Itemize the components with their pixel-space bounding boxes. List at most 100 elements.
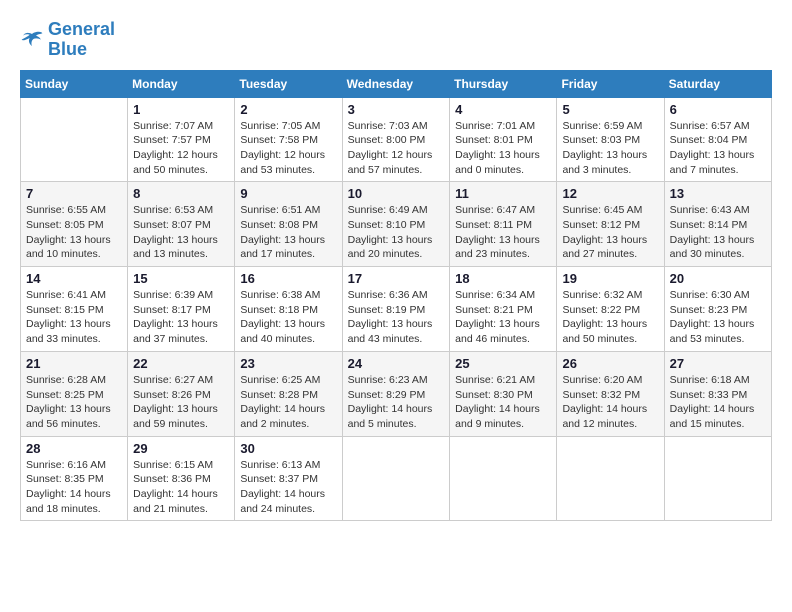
day-info: Sunrise: 6:20 AMSunset: 8:32 PMDaylight:… (562, 373, 658, 432)
day-info: Sunrise: 7:01 AMSunset: 8:01 PMDaylight:… (455, 119, 551, 178)
day-number: 2 (240, 102, 336, 117)
calendar-cell: 26 Sunrise: 6:20 AMSunset: 8:32 PMDayligh… (557, 351, 664, 436)
calendar-cell (21, 97, 128, 182)
calendar-cell: 14 Sunrise: 6:41 AMSunset: 8:15 PMDayligh… (21, 267, 128, 352)
calendar-cell (450, 436, 557, 521)
day-number: 29 (133, 441, 229, 456)
calendar-week-3: 14 Sunrise: 6:41 AMSunset: 8:15 PMDayligh… (21, 267, 772, 352)
day-number: 17 (348, 271, 445, 286)
day-info: Sunrise: 6:55 AMSunset: 8:05 PMDaylight:… (26, 203, 122, 262)
day-info: Sunrise: 6:16 AMSunset: 8:35 PMDaylight:… (26, 458, 122, 517)
day-number: 3 (348, 102, 445, 117)
header-wednesday: Wednesday (342, 70, 450, 97)
day-number: 21 (26, 356, 122, 371)
day-info: Sunrise: 6:53 AMSunset: 8:07 PMDaylight:… (133, 203, 229, 262)
day-number: 10 (348, 186, 445, 201)
day-info: Sunrise: 6:43 AMSunset: 8:14 PMDaylight:… (670, 203, 766, 262)
day-info: Sunrise: 6:34 AMSunset: 8:21 PMDaylight:… (455, 288, 551, 347)
calendar-cell: 24Sunrise: 6:23 AMSunset: 8:29 PMDayligh… (342, 351, 450, 436)
day-number: 11 (455, 186, 551, 201)
day-info: Sunrise: 6:36 AMSunset: 8:19 PMDaylight:… (348, 288, 445, 347)
calendar-cell: 21 Sunrise: 6:28 AMSunset: 8:25 PMDayligh… (21, 351, 128, 436)
calendar-cell: 17 Sunrise: 6:36 AMSunset: 8:19 PMDayligh… (342, 267, 450, 352)
day-number: 14 (26, 271, 122, 286)
calendar-cell: 11 Sunrise: 6:47 AMSunset: 8:11 PMDayligh… (450, 182, 557, 267)
day-info: Sunrise: 6:28 AMSunset: 8:25 PMDaylight:… (26, 373, 122, 432)
calendar-cell (557, 436, 664, 521)
calendar-cell: 3 Sunrise: 7:03 AMSunset: 8:00 PMDaylight… (342, 97, 450, 182)
day-number: 23 (240, 356, 336, 371)
calendar-cell: 27 Sunrise: 6:18 AMSunset: 8:33 PMDayligh… (664, 351, 771, 436)
page-header: General Blue (20, 20, 772, 60)
day-info: Sunrise: 6:57 AMSunset: 8:04 PMDaylight:… (670, 119, 766, 178)
calendar-cell (664, 436, 771, 521)
day-info: Sunrise: 6:51 AMSunset: 8:08 PMDaylight:… (240, 203, 336, 262)
day-info: Sunrise: 6:32 AMSunset: 8:22 PMDaylight:… (562, 288, 658, 347)
day-info: Sunrise: 6:21 AMSunset: 8:30 PMDaylight:… (455, 373, 551, 432)
calendar-week-2: 7 Sunrise: 6:55 AMSunset: 8:05 PMDaylight… (21, 182, 772, 267)
day-number: 15 (133, 271, 229, 286)
day-number: 16 (240, 271, 336, 286)
calendar-cell (342, 436, 450, 521)
calendar-cell: 22 Sunrise: 6:27 AMSunset: 8:26 PMDayligh… (128, 351, 235, 436)
calendar-cell: 8Sunrise: 6:53 AMSunset: 8:07 PMDaylight… (128, 182, 235, 267)
day-info: Sunrise: 6:49 AMSunset: 8:10 PMDaylight:… (348, 203, 445, 262)
calendar-cell: 29 Sunrise: 6:15 AMSunset: 8:36 PMDayligh… (128, 436, 235, 521)
calendar-cell: 2 Sunrise: 7:05 AMSunset: 7:58 PMDaylight… (235, 97, 342, 182)
day-number: 27 (670, 356, 766, 371)
calendar-cell: 16 Sunrise: 6:38 AMSunset: 8:18 PMDayligh… (235, 267, 342, 352)
calendar-week-5: 28 Sunrise: 6:16 AMSunset: 8:35 PMDayligh… (21, 436, 772, 521)
header-thursday: Thursday (450, 70, 557, 97)
logo: General Blue (20, 20, 115, 60)
logo-text-blue: Blue (48, 40, 115, 60)
calendar-cell: 15 Sunrise: 6:39 AMSunset: 8:17 PMDayligh… (128, 267, 235, 352)
day-info: Sunrise: 6:15 AMSunset: 8:36 PMDaylight:… (133, 458, 229, 517)
day-info: Sunrise: 6:59 AMSunset: 8:03 PMDaylight:… (562, 119, 658, 178)
day-number: 12 (562, 186, 658, 201)
day-number: 6 (670, 102, 766, 117)
day-info: Sunrise: 7:05 AMSunset: 7:58 PMDaylight:… (240, 119, 336, 178)
header-tuesday: Tuesday (235, 70, 342, 97)
day-info: Sunrise: 6:25 AMSunset: 8:28 PMDaylight:… (240, 373, 336, 432)
calendar-cell: 9 Sunrise: 6:51 AMSunset: 8:08 PMDaylight… (235, 182, 342, 267)
calendar-cell: 7 Sunrise: 6:55 AMSunset: 8:05 PMDaylight… (21, 182, 128, 267)
day-info: Sunrise: 6:30 AMSunset: 8:23 PMDaylight:… (670, 288, 766, 347)
day-number: 9 (240, 186, 336, 201)
day-number: 4 (455, 102, 551, 117)
day-info: Sunrise: 6:13 AMSunset: 8:37 PMDaylight:… (240, 458, 336, 517)
calendar-header-row: SundayMondayTuesdayWednesdayThursdayFrid… (21, 70, 772, 97)
day-info: Sunrise: 7:03 AMSunset: 8:00 PMDaylight:… (348, 119, 445, 178)
logo-text-general: General (48, 20, 115, 40)
header-friday: Friday (557, 70, 664, 97)
calendar-cell: 19 Sunrise: 6:32 AMSunset: 8:22 PMDayligh… (557, 267, 664, 352)
header-monday: Monday (128, 70, 235, 97)
logo-icon (20, 30, 44, 50)
calendar-cell: 5 Sunrise: 6:59 AMSunset: 8:03 PMDaylight… (557, 97, 664, 182)
day-number: 7 (26, 186, 122, 201)
calendar-table: SundayMondayTuesdayWednesdayThursdayFrid… (20, 70, 772, 522)
day-number: 30 (240, 441, 336, 456)
day-number: 22 (133, 356, 229, 371)
day-info: Sunrise: 7:07 AMSunset: 7:57 PMDaylight:… (133, 119, 229, 178)
calendar-cell: 13 Sunrise: 6:43 AMSunset: 8:14 PMDayligh… (664, 182, 771, 267)
calendar-cell: 18Sunrise: 6:34 AMSunset: 8:21 PMDayligh… (450, 267, 557, 352)
day-number: 28 (26, 441, 122, 456)
calendar-cell: 1Sunrise: 7:07 AMSunset: 7:57 PMDaylight… (128, 97, 235, 182)
day-number: 5 (562, 102, 658, 117)
day-info: Sunrise: 6:38 AMSunset: 8:18 PMDaylight:… (240, 288, 336, 347)
calendar-cell: 30 Sunrise: 6:13 AMSunset: 8:37 PMDayligh… (235, 436, 342, 521)
calendar-cell: 25Sunrise: 6:21 AMSunset: 8:30 PMDayligh… (450, 351, 557, 436)
day-info: Sunrise: 6:27 AMSunset: 8:26 PMDaylight:… (133, 373, 229, 432)
calendar-cell: 4 Sunrise: 7:01 AMSunset: 8:01 PMDaylight… (450, 97, 557, 182)
day-number: 13 (670, 186, 766, 201)
day-number: 26 (562, 356, 658, 371)
day-number: 19 (562, 271, 658, 286)
day-info: Sunrise: 6:41 AMSunset: 8:15 PMDaylight:… (26, 288, 122, 347)
day-info: Sunrise: 6:39 AMSunset: 8:17 PMDaylight:… (133, 288, 229, 347)
calendar-cell: 12Sunrise: 6:45 AMSunset: 8:12 PMDayligh… (557, 182, 664, 267)
day-info: Sunrise: 6:18 AMSunset: 8:33 PMDaylight:… (670, 373, 766, 432)
header-sunday: Sunday (21, 70, 128, 97)
calendar-week-4: 21 Sunrise: 6:28 AMSunset: 8:25 PMDayligh… (21, 351, 772, 436)
calendar-cell: 28 Sunrise: 6:16 AMSunset: 8:35 PMDayligh… (21, 436, 128, 521)
day-info: Sunrise: 6:47 AMSunset: 8:11 PMDaylight:… (455, 203, 551, 262)
